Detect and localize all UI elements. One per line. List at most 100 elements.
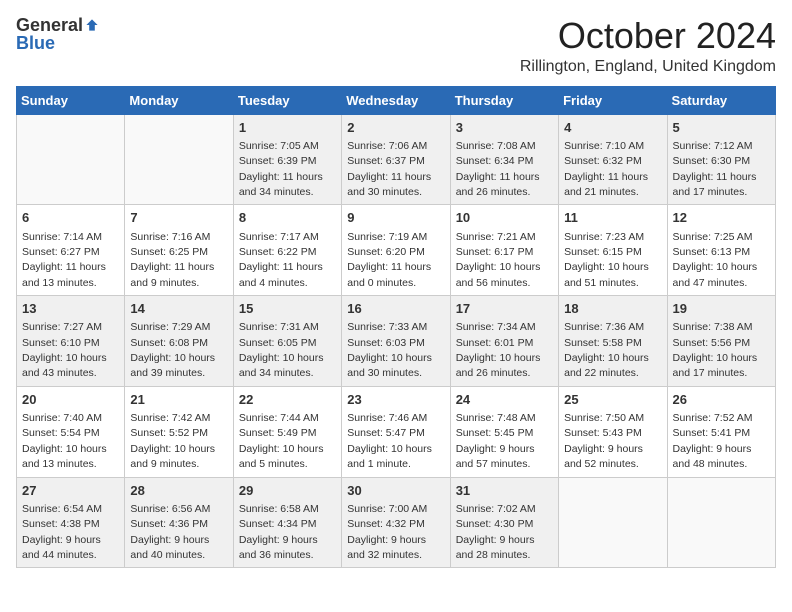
- day-info: Sunrise: 7:50 AM Sunset: 5:43 PM Dayligh…: [564, 412, 644, 470]
- calendar-cell: 24 Sunrise: 7:48 AM Sunset: 5:45 PM Dayli…: [450, 386, 558, 477]
- day-number: 27: [22, 482, 119, 500]
- calendar-cell: 4 Sunrise: 7:10 AM Sunset: 6:32 PM Daylig…: [559, 114, 667, 205]
- day-number: 13: [22, 300, 119, 318]
- day-info: Sunrise: 7:06 AM Sunset: 6:37 PM Dayligh…: [347, 140, 431, 198]
- day-info: Sunrise: 7:25 AM Sunset: 6:13 PM Dayligh…: [673, 231, 758, 289]
- day-info: Sunrise: 7:21 AM Sunset: 6:17 PM Dayligh…: [456, 231, 541, 289]
- day-info: Sunrise: 7:52 AM Sunset: 5:41 PM Dayligh…: [673, 412, 753, 470]
- day-info: Sunrise: 6:54 AM Sunset: 4:38 PM Dayligh…: [22, 503, 102, 561]
- day-number: 20: [22, 391, 119, 409]
- day-info: Sunrise: 7:36 AM Sunset: 5:58 PM Dayligh…: [564, 321, 649, 379]
- day-info: Sunrise: 7:44 AM Sunset: 5:49 PM Dayligh…: [239, 412, 324, 470]
- header: General Blue October 2024 Rillington, En…: [16, 16, 776, 76]
- day-number: 6: [22, 209, 119, 227]
- day-info: Sunrise: 7:23 AM Sunset: 6:15 PM Dayligh…: [564, 231, 649, 289]
- logo: General Blue: [16, 16, 99, 52]
- calendar-header-row: SundayMondayTuesdayWednesdayThursdayFrid…: [17, 86, 776, 114]
- calendar-cell: 9 Sunrise: 7:19 AM Sunset: 6:20 PM Daylig…: [342, 205, 450, 296]
- calendar-cell: 27 Sunrise: 6:54 AM Sunset: 4:38 PM Dayli…: [17, 477, 125, 568]
- day-info: Sunrise: 7:34 AM Sunset: 6:01 PM Dayligh…: [456, 321, 541, 379]
- day-number: 9: [347, 209, 444, 227]
- day-info: Sunrise: 7:48 AM Sunset: 5:45 PM Dayligh…: [456, 412, 536, 470]
- calendar-cell: 18 Sunrise: 7:36 AM Sunset: 5:58 PM Dayli…: [559, 296, 667, 387]
- day-number: 11: [564, 209, 661, 227]
- calendar-cell: 28Sunrise: 6:56 AM Sunset: 4:36 PM Dayli…: [125, 477, 233, 568]
- calendar-header-wednesday: Wednesday: [342, 86, 450, 114]
- day-number: 25: [564, 391, 661, 409]
- day-number: 10: [456, 209, 553, 227]
- day-number: 14: [130, 300, 227, 318]
- day-info: Sunrise: 7:10 AM Sunset: 6:32 PM Dayligh…: [564, 140, 648, 198]
- calendar-week-row: 13 Sunrise: 7:27 AM Sunset: 6:10 PM Dayli…: [17, 296, 776, 387]
- calendar: SundayMondayTuesdayWednesdayThursdayFrid…: [16, 86, 776, 569]
- day-info: Sunrise: 7:46 AM Sunset: 5:47 PM Dayligh…: [347, 412, 432, 470]
- logo-blue: Blue: [16, 34, 55, 52]
- day-number: 3: [456, 119, 553, 137]
- day-info: Sunrise: 7:40 AM Sunset: 5:54 PM Dayligh…: [22, 412, 107, 470]
- calendar-cell: 13 Sunrise: 7:27 AM Sunset: 6:10 PM Dayli…: [17, 296, 125, 387]
- calendar-cell: 30 Sunrise: 7:00 AM Sunset: 4:32 PM Dayli…: [342, 477, 450, 568]
- day-number: 21: [130, 391, 227, 409]
- calendar-week-row: 6 Sunrise: 7:14 AM Sunset: 6:27 PM Daylig…: [17, 205, 776, 296]
- day-info: Sunrise: 7:42 AM Sunset: 5:52 PM Dayligh…: [130, 412, 215, 470]
- calendar-cell: 22 Sunrise: 7:44 AM Sunset: 5:49 PM Dayli…: [233, 386, 341, 477]
- month-title: October 2024: [520, 16, 776, 56]
- day-info: Sunrise: 7:05 AM Sunset: 6:39 PM Dayligh…: [239, 140, 323, 198]
- calendar-header-thursday: Thursday: [450, 86, 558, 114]
- day-info: Sunrise: 6:56 AM Sunset: 4:36 PM Dayligh…: [130, 503, 210, 561]
- day-number: 24: [456, 391, 553, 409]
- day-info: Sunrise: 7:17 AM Sunset: 6:22 PM Dayligh…: [239, 231, 323, 289]
- calendar-cell: 10 Sunrise: 7:21 AM Sunset: 6:17 PM Dayli…: [450, 205, 558, 296]
- calendar-cell: 6 Sunrise: 7:14 AM Sunset: 6:27 PM Daylig…: [17, 205, 125, 296]
- calendar-cell: 21 Sunrise: 7:42 AM Sunset: 5:52 PM Dayli…: [125, 386, 233, 477]
- calendar-cell: 16 Sunrise: 7:33 AM Sunset: 6:03 PM Dayli…: [342, 296, 450, 387]
- calendar-cell: 11 Sunrise: 7:23 AM Sunset: 6:15 PM Dayli…: [559, 205, 667, 296]
- calendar-cell: 12 Sunrise: 7:25 AM Sunset: 6:13 PM Dayli…: [667, 205, 775, 296]
- day-info: Sunrise: 7:00 AM Sunset: 4:32 PM Dayligh…: [347, 503, 427, 561]
- calendar-cell: [667, 477, 775, 568]
- calendar-cell: 8 Sunrise: 7:17 AM Sunset: 6:22 PM Daylig…: [233, 205, 341, 296]
- day-number: 4: [564, 119, 661, 137]
- calendar-cell: 17 Sunrise: 7:34 AM Sunset: 6:01 PM Dayli…: [450, 296, 558, 387]
- calendar-cell: [559, 477, 667, 568]
- day-number: 22: [239, 391, 336, 409]
- day-number: 8: [239, 209, 336, 227]
- calendar-week-row: 1 Sunrise: 7:05 AM Sunset: 6:39 PM Daylig…: [17, 114, 776, 205]
- day-info: Sunrise: 7:14 AM Sunset: 6:27 PM Dayligh…: [22, 231, 106, 289]
- day-info: Sunrise: 7:19 AM Sunset: 6:20 PM Dayligh…: [347, 231, 431, 289]
- calendar-header-tuesday: Tuesday: [233, 86, 341, 114]
- day-info: Sunrise: 7:12 AM Sunset: 6:30 PM Dayligh…: [673, 140, 757, 198]
- day-number: 19: [673, 300, 770, 318]
- day-info: Sunrise: 7:16 AM Sunset: 6:25 PM Dayligh…: [130, 231, 214, 289]
- day-number: 17: [456, 300, 553, 318]
- day-number: 15: [239, 300, 336, 318]
- day-number: 23: [347, 391, 444, 409]
- day-info: Sunrise: 7:02 AM Sunset: 4:30 PM Dayligh…: [456, 503, 536, 561]
- calendar-cell: 3Sunrise: 7:08 AM Sunset: 6:34 PM Daylig…: [450, 114, 558, 205]
- day-number: 5: [673, 119, 770, 137]
- calendar-header-friday: Friday: [559, 86, 667, 114]
- calendar-cell: 19Sunrise: 7:38 AM Sunset: 5:56 PM Dayli…: [667, 296, 775, 387]
- day-number: 1: [239, 119, 336, 137]
- calendar-cell: [125, 114, 233, 205]
- calendar-cell: [17, 114, 125, 205]
- day-number: 30: [347, 482, 444, 500]
- day-number: 18: [564, 300, 661, 318]
- calendar-week-row: 27 Sunrise: 6:54 AM Sunset: 4:38 PM Dayli…: [17, 477, 776, 568]
- day-number: 26: [673, 391, 770, 409]
- calendar-cell: 20 Sunrise: 7:40 AM Sunset: 5:54 PM Dayli…: [17, 386, 125, 477]
- calendar-cell: 2 Sunrise: 7:06 AM Sunset: 6:37 PM Daylig…: [342, 114, 450, 205]
- calendar-cell: 1 Sunrise: 7:05 AM Sunset: 6:39 PM Daylig…: [233, 114, 341, 205]
- day-info: Sunrise: 7:27 AM Sunset: 6:10 PM Dayligh…: [22, 321, 107, 379]
- calendar-cell: 29Sunrise: 6:58 AM Sunset: 4:34 PM Dayli…: [233, 477, 341, 568]
- title-area: October 2024 Rillington, England, United…: [520, 16, 776, 76]
- day-number: 16: [347, 300, 444, 318]
- calendar-cell: 25 Sunrise: 7:50 AM Sunset: 5:43 PM Dayli…: [559, 386, 667, 477]
- day-info: Sunrise: 7:33 AM Sunset: 6:03 PM Dayligh…: [347, 321, 432, 379]
- calendar-cell: 14Sunrise: 7:29 AM Sunset: 6:08 PM Dayli…: [125, 296, 233, 387]
- day-number: 2: [347, 119, 444, 137]
- calendar-week-row: 20 Sunrise: 7:40 AM Sunset: 5:54 PM Dayli…: [17, 386, 776, 477]
- day-number: 7: [130, 209, 227, 227]
- day-info: Sunrise: 6:58 AM Sunset: 4:34 PM Dayligh…: [239, 503, 319, 561]
- day-number: 12: [673, 209, 770, 227]
